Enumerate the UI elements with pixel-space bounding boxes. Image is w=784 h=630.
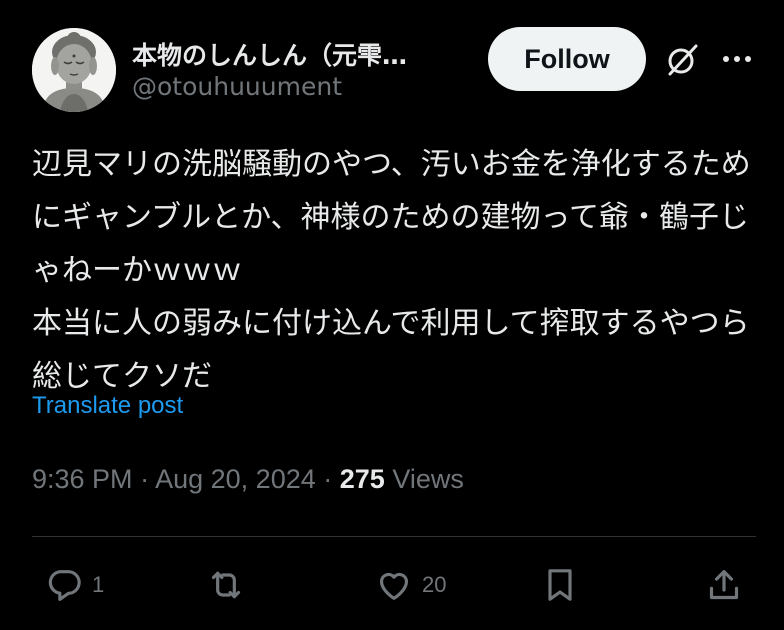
post-meta: 9:36 PM · Aug 20, 2024 · 275 Views xyxy=(32,464,464,495)
post-time[interactable]: 9:36 PM xyxy=(32,464,133,494)
repost-icon xyxy=(211,571,241,599)
grok-icon[interactable] xyxy=(664,42,700,78)
author-handle[interactable]: @otouhuuument xyxy=(132,72,342,101)
heart-icon xyxy=(379,572,409,600)
post-text: 辺見マリの洗脳騒動のやつ、汚いお金を浄化するためにギャンブルとか、神様のための建… xyxy=(32,147,751,394)
divider xyxy=(32,536,756,537)
meta-separator: · xyxy=(140,464,156,494)
follow-button[interactable]: Follow xyxy=(488,27,646,91)
views-label: Views xyxy=(392,464,464,494)
avatar[interactable] xyxy=(32,28,116,112)
repost-button[interactable] xyxy=(206,562,254,608)
like-button[interactable]: 20 xyxy=(374,562,446,608)
views-count: 275 xyxy=(339,464,385,494)
author-name[interactable]: 本物のしんしん（元雫… xyxy=(132,36,472,72)
reply-count: 1 xyxy=(92,572,105,597)
reply-icon xyxy=(48,570,81,601)
share-button[interactable] xyxy=(704,562,744,608)
buddha-statue-avatar-icon xyxy=(32,28,116,112)
bookmark-button[interactable] xyxy=(540,562,580,608)
reply-button[interactable]: 1 xyxy=(44,562,104,608)
like-count: 20 xyxy=(422,572,447,597)
share-icon xyxy=(709,570,739,600)
post-date[interactable]: Aug 20, 2024 xyxy=(155,464,316,494)
bookmark-icon xyxy=(548,569,572,601)
translate-post-link[interactable]: Translate post xyxy=(32,392,183,420)
meta-separator: · xyxy=(323,464,340,494)
more-icon[interactable] xyxy=(720,44,754,74)
